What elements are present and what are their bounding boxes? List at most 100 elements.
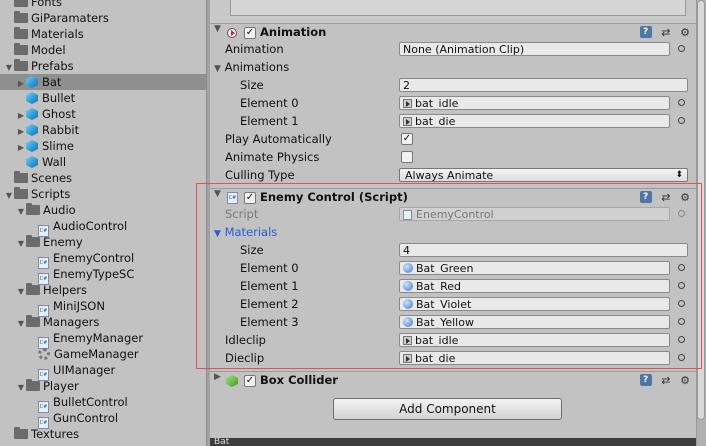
dieclip-field[interactable]: bat_die <box>399 351 670 365</box>
project-item-label: Prefabs <box>31 59 74 73</box>
project-item[interactable]: ▼ Player <box>0 378 206 394</box>
play-automatically-label: Play Automatically <box>225 132 332 146</box>
box-collider-icon <box>226 375 238 387</box>
prefab-cube-icon <box>26 92 38 104</box>
preset-icon[interactable]: ⇄ <box>661 191 670 204</box>
object-picker-icon[interactable] <box>678 117 685 124</box>
object-picker-icon[interactable] <box>678 336 685 343</box>
prefab-cube-icon <box>26 140 38 152</box>
project-item[interactable]: ▼ Scripts <box>0 186 206 202</box>
settings-gear-icon[interactable]: ⚙ <box>680 191 690 204</box>
box-collider-enabled-checkbox[interactable]: ✓ <box>244 375 256 387</box>
enemy-control-title: Enemy Control (Script) <box>260 190 408 204</box>
animations-element0-field[interactable]: bat_idle <box>399 96 670 110</box>
object-picker-icon[interactable] <box>678 282 685 289</box>
project-item[interactable]: Bullet <box>0 90 206 106</box>
animation-title: Animation <box>260 25 327 39</box>
project-item[interactable]: Fonts <box>0 0 206 10</box>
help-icon[interactable]: ? <box>639 26 652 38</box>
material-element-field[interactable]: Bat_Yellow <box>399 315 670 329</box>
project-item-label: Model <box>31 43 66 57</box>
material-element-field[interactable]: Bat_Red <box>399 279 670 293</box>
project-item[interactable]: ▶ Rabbit <box>0 122 206 138</box>
material-element-value: Bat_Violet <box>416 298 472 311</box>
object-picker-icon[interactable] <box>678 264 685 271</box>
box-collider-component-header[interactable]: ▶ ✓ Box Collider ? ⇄ ⚙ <box>210 371 696 390</box>
animations-element1-label: Element 1 <box>240 114 299 128</box>
foldout-arrow-icon[interactable]: ▶ <box>214 372 221 382</box>
project-item[interactable]: C# EnemyTypeSC <box>0 266 206 285</box>
project-item-label: Player <box>43 379 79 393</box>
animations-size-field[interactable]: 2 <box>399 78 688 92</box>
project-item[interactable]: Textures <box>0 426 206 442</box>
animations-foldout[interactable]: ▼ Animations <box>214 58 289 76</box>
foldout-arrow-icon[interactable]: ▼ <box>214 24 221 34</box>
object-picker-icon[interactable] <box>678 354 685 361</box>
help-icon[interactable]: ? <box>639 374 652 386</box>
material-element-field[interactable]: Bat_Green <box>399 261 670 275</box>
project-item[interactable]: Scenes <box>0 170 206 186</box>
object-picker-icon[interactable] <box>678 45 685 52</box>
project-item[interactable]: ▼ Enemy <box>0 234 206 250</box>
project-item-label: EnemyTypeSC <box>53 267 135 281</box>
project-item[interactable]: GiParamaters <box>0 10 206 26</box>
enemy-control-enabled-checkbox[interactable]: ✓ <box>244 192 256 204</box>
project-item-label: EnemyControl <box>53 251 135 265</box>
add-component-button[interactable]: Add Component <box>333 398 562 420</box>
material-element-label: Element 2 <box>240 297 299 311</box>
animate-physics-checkbox[interactable] <box>401 151 413 163</box>
project-item[interactable]: C# AudioControl <box>0 218 206 237</box>
animation-enabled-checkbox[interactable]: ✓ <box>244 27 256 39</box>
project-item[interactable]: ▼ Helpers <box>0 282 206 298</box>
gear-icon <box>38 348 50 360</box>
project-item[interactable]: C# BulletControl <box>0 394 206 413</box>
materials-size-field[interactable]: 4 <box>399 243 688 257</box>
project-item-label: Rabbit <box>42 123 80 137</box>
project-item-label: GunControl <box>53 411 119 425</box>
project-item[interactable]: ▶ Bat <box>0 74 206 90</box>
project-item[interactable]: ▼ Audio <box>0 202 206 218</box>
project-item[interactable]: ▼ Prefabs <box>0 58 206 74</box>
animations-label: Animations <box>224 60 290 74</box>
foldout-arrow-icon[interactable]: ▼ <box>214 189 221 199</box>
project-item-label: Textures <box>31 427 80 441</box>
material-element-label: Element 3 <box>240 315 299 329</box>
animations-element1-value: bat_die <box>415 115 456 128</box>
idleclip-field[interactable]: bat_idle <box>399 333 670 347</box>
material-element-field[interactable]: Bat_Violet <box>399 297 670 311</box>
settings-gear-icon[interactable]: ⚙ <box>680 26 690 39</box>
project-item[interactable]: Model <box>0 42 206 58</box>
project-panel: Fonts GiParamaters Materials Model ▼ Prefabs ▶… <box>0 0 206 446</box>
animation-clip-field[interactable]: None (Animation Clip) <box>399 42 670 56</box>
scrollbar-thumb[interactable] <box>697 0 705 420</box>
project-item[interactable]: C# EnemyControl <box>0 250 206 269</box>
object-picker-icon[interactable] <box>678 99 685 106</box>
material-element-value: Bat_Red <box>416 280 461 293</box>
enemy-control-component-header[interactable]: ▼ C# ✓ Enemy Control (Script) ? ⇄ ⚙ <box>210 188 696 207</box>
project-item-label: MiniJSON <box>53 299 105 313</box>
help-icon[interactable]: ? <box>639 191 652 203</box>
box-collider-title: Box Collider <box>260 373 338 387</box>
play-automatically-checkbox[interactable]: ✓ <box>401 133 413 145</box>
previous-component-area <box>210 0 696 24</box>
animation-clip-icon <box>403 336 412 345</box>
preset-icon[interactable]: ⇄ <box>661 26 670 39</box>
project-item[interactable]: C# EnemyManager <box>0 330 206 349</box>
project-item[interactable]: C# UIManager <box>0 362 206 381</box>
project-item[interactable]: GameManager <box>0 346 206 362</box>
project-item[interactable]: C# MiniJSON <box>0 298 206 317</box>
project-item[interactable]: C# GunControl <box>0 410 206 429</box>
object-picker-icon[interactable] <box>678 300 685 307</box>
settings-gear-icon[interactable]: ⚙ <box>680 374 690 387</box>
project-item[interactable]: ▶ Ghost <box>0 106 206 122</box>
project-item[interactable]: ▶ Slime <box>0 138 206 154</box>
animations-element1-field[interactable]: bat_die <box>399 114 670 128</box>
object-picker-icon[interactable] <box>678 318 685 325</box>
project-item[interactable]: ▼ Managers <box>0 314 206 330</box>
materials-foldout[interactable]: ▼ Materials <box>214 223 277 241</box>
culling-type-dropdown[interactable]: Always Animate ⬍ <box>399 168 688 182</box>
animation-clip-icon <box>403 99 412 108</box>
preset-icon[interactable]: ⇄ <box>661 374 670 387</box>
project-item[interactable]: Materials <box>0 26 206 42</box>
project-item[interactable]: Wall <box>0 154 206 170</box>
